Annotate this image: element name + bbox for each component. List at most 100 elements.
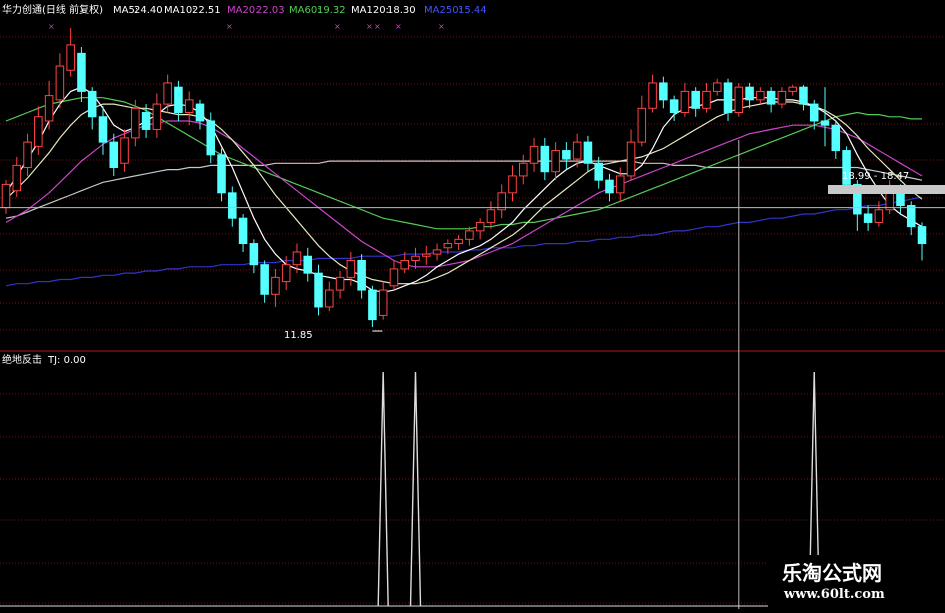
header-tick-3: ×: [366, 22, 373, 31]
candle-body-3: [34, 116, 43, 147]
candle-body-60: [648, 82, 657, 109]
candle-body-38: [411, 255, 420, 261]
candle-body-18: [195, 103, 205, 122]
candle-body-37: [400, 259, 410, 270]
candle-body-54: [583, 141, 593, 164]
candle-body-43: [465, 230, 474, 240]
candle-body-14: [152, 103, 162, 130]
candle-body-64: [691, 90, 700, 109]
candle-body-39: [422, 253, 431, 257]
candle-body-31: [335, 276, 345, 291]
ma250-line: [5, 196, 923, 287]
candle-body-33: [357, 259, 366, 291]
candle-body-22: [238, 217, 248, 245]
candle-body-76: [820, 120, 830, 126]
candle-body-63: [680, 90, 690, 114]
candle-body-28: [303, 255, 313, 274]
header-tick-5: ×: [395, 22, 402, 31]
candle-body-25: [271, 276, 280, 295]
ma5-value: 24.40: [134, 5, 163, 16]
candle-body-27: [292, 251, 302, 266]
candle-body-35: [378, 289, 388, 316]
candle-body-48: [518, 162, 528, 177]
candle-body-69: [745, 86, 754, 101]
candle-body-80: [863, 213, 873, 223]
header-tick-0: ×: [48, 22, 55, 31]
candle-body-29: [314, 272, 323, 308]
candle-body-85: [917, 226, 927, 245]
watermark: 乐淘公式网 www.60lt.com: [768, 555, 945, 609]
header-tick-2: ×: [334, 22, 341, 31]
candle-body-55: [594, 162, 603, 181]
header-tick-1: ×: [226, 22, 233, 31]
candle-body-70: [756, 90, 765, 101]
watermark-url: www.60lt.com: [784, 587, 885, 602]
crosshair-price-box: [828, 185, 945, 194]
candle-body-20: [217, 154, 226, 194]
candle-body-1: [12, 164, 22, 192]
candle-body-57: [615, 175, 625, 194]
candle-body-41: [443, 243, 453, 249]
ma20-value: 22.03: [256, 5, 285, 16]
candle-body-32: [346, 259, 356, 278]
ma120-label: MA120:: [351, 5, 389, 16]
candle-body-5: [55, 65, 65, 101]
candle-body-59: [637, 107, 647, 143]
header-tick-6: ×: [438, 22, 445, 31]
candle-body-17: [184, 99, 194, 114]
candle-body-47: [508, 175, 517, 194]
crosshair-price-label: 18.99 - 18.47: [842, 171, 910, 182]
candle-body-53: [572, 141, 582, 160]
candle-body-2: [23, 141, 32, 168]
candle-body-9: [98, 116, 108, 143]
candle-body-36: [389, 268, 399, 287]
candle-body-71: [766, 90, 776, 105]
tj-spike-1: [409, 371, 422, 607]
candle-body-72: [777, 90, 787, 105]
candle-body-50: [540, 145, 550, 173]
candle-body-19: [206, 120, 216, 156]
candle-body-30: [325, 289, 334, 308]
ma60-label: MA60:: [289, 5, 321, 16]
chart-canvas[interactable]: × × × × × × ×: [0, 0, 945, 609]
candle-body-26: [281, 264, 291, 283]
ma250-label: MA250:: [424, 5, 462, 16]
candle-body-40: [432, 249, 442, 255]
candle-body-13: [141, 112, 151, 130]
indicator-value: TJ: 0.00: [48, 355, 86, 366]
ma20-label: MA20:: [227, 5, 259, 16]
candle-body-68: [734, 86, 744, 114]
indicator-name: 绝地反击: [2, 355, 42, 366]
candle-body-45: [486, 209, 496, 223]
candle-body-62: [669, 99, 679, 114]
stock-chart[interactable]: × × × × × × × 华力创通(日线 前复权) MA5: 24.40 MA10: 22…: [0, 0, 945, 609]
candle-body-24: [260, 264, 269, 295]
candle-body-75: [809, 103, 819, 122]
header-tick-4: ×: [374, 22, 381, 31]
candle-body-8: [87, 90, 97, 118]
candle-body-0: [1, 183, 11, 209]
candle-body-11: [120, 137, 129, 164]
candle-body-65: [702, 90, 711, 109]
candle-body-74: [799, 86, 808, 105]
candle-body-21: [228, 192, 237, 219]
candle-body-84: [906, 205, 916, 228]
candle-body-56: [605, 179, 614, 194]
candle-body-49: [529, 145, 539, 164]
candle-body-51: [551, 150, 560, 173]
candle-body-52: [562, 150, 571, 160]
ma120-line: [5, 160, 923, 219]
candle-body-66: [712, 82, 722, 92]
watermark-title: 乐淘公式网: [782, 561, 882, 585]
ma120-value: 18.30: [387, 5, 416, 16]
low-price-label: 11.85: [284, 330, 313, 341]
candle-body-23: [249, 243, 259, 266]
candle-body-73: [788, 86, 797, 92]
candle-body-77: [831, 124, 841, 152]
candle-body-67: [723, 82, 733, 114]
candle-body-4: [44, 95, 54, 122]
ma10-label: MA10:: [164, 5, 196, 16]
candle-body-34: [368, 289, 377, 321]
candle-body-81: [874, 209, 884, 223]
candle-body-7: [77, 52, 86, 92]
